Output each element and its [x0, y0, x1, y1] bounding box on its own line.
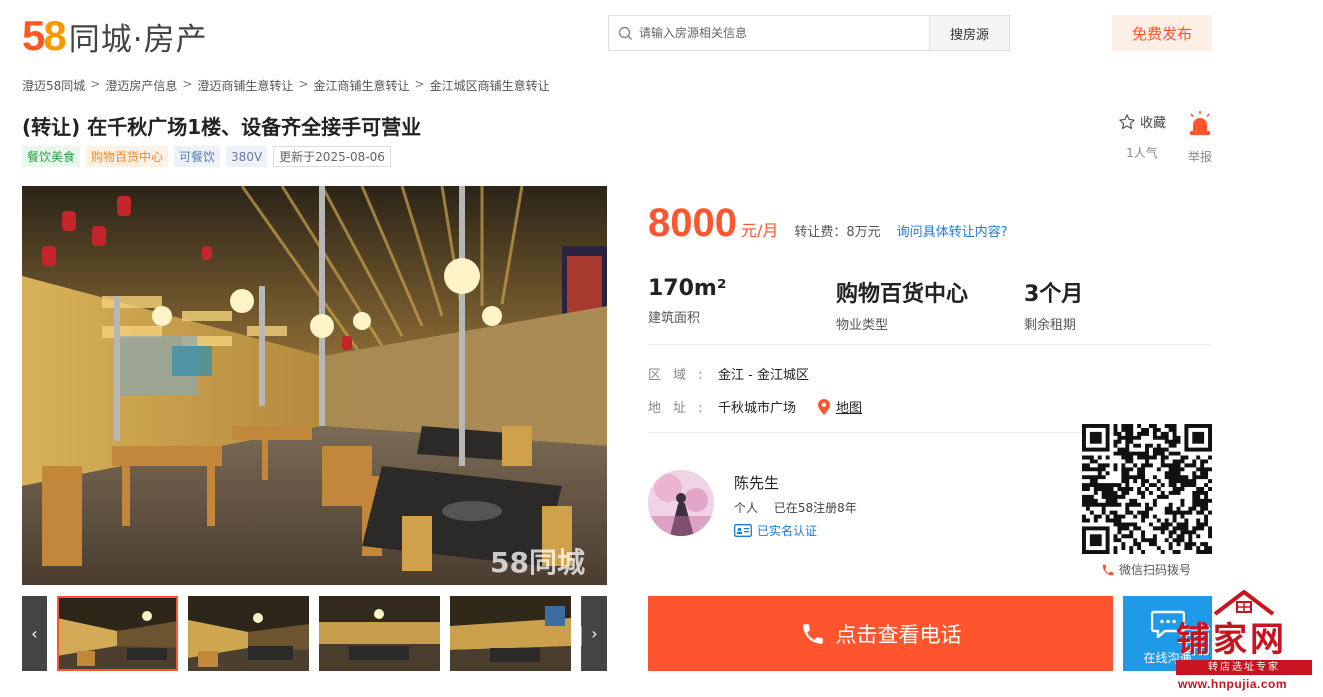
breadcrumb-item[interactable]: 澄迈58同城 [22, 77, 85, 94]
stat-value: 170m² [648, 276, 727, 301]
stat-property-type: 购物百货中心 物业类型 [836, 276, 1024, 333]
report-button[interactable]: 举报 [1184, 110, 1216, 165]
photo-watermark: 58同城 [490, 546, 585, 579]
divider [648, 344, 1212, 345]
breadcrumb-item[interactable]: 金江城区商铺生意转让 [430, 77, 550, 94]
stat-value: 购物百货中心 [836, 282, 969, 307]
alarm-icon [1190, 111, 1210, 135]
thumbnail[interactable] [319, 596, 440, 671]
pujia-slogan: 转店选址专家 [1176, 660, 1312, 675]
rent-unit: 元/月 [740, 221, 779, 240]
phone-icon [802, 623, 823, 644]
search-button[interactable]: 搜房源 [929, 16, 1009, 50]
logo-digit-5: 5 [22, 12, 45, 59]
thumbnail-strip: ‹ › [22, 596, 607, 671]
main-photo[interactable]: 58同城 [22, 186, 607, 585]
logo-digit-8: 8 [43, 12, 66, 59]
tag-power: 380V [226, 146, 268, 167]
site-logo[interactable]: 58 同城·房产 [22, 14, 208, 58]
tag-food: 餐饮美食 [22, 146, 81, 167]
listing-title: (转让) 在千秋广场1楼、设备齐全接手可营业 [22, 115, 422, 139]
breadcrumb-item[interactable]: 金江商铺生意转让 [314, 77, 410, 94]
search-input[interactable] [639, 26, 919, 40]
thumbnail[interactable] [450, 596, 571, 671]
report-label: 举报 [1187, 150, 1212, 164]
search-icon [618, 26, 632, 40]
popularity-count: 1人气 [1126, 146, 1158, 160]
chevron-right-icon: › [591, 624, 598, 643]
key-stats: 170m² 建筑面积 购物百货中心 物业类型 3个月 剩余租期 [648, 276, 1212, 333]
address-row: 地址: 千秋城市广场 地图 [648, 397, 862, 416]
tag-catering: 可餐饮 [174, 146, 221, 167]
transfer-fee: 转让费：8万元 [794, 225, 881, 240]
rent-amount: 8000 [648, 201, 737, 245]
listing-page: 58 同城·房产 搜房源 免费发布 澄迈58同城 > 澄迈房产信息 > 澄迈商铺… [0, 0, 1323, 697]
map-link[interactable]: 地图 [836, 397, 862, 416]
breadcrumb: 澄迈58同城 > 澄迈房产信息 > 澄迈商铺生意转让 > 金江商铺生意转让 > … [22, 77, 550, 94]
breadcrumb-item[interactable]: 澄迈房产信息 [105, 77, 177, 94]
thumbnail-prev-button[interactable]: ‹ [22, 596, 47, 671]
qr-caption: 微信扫码拨号 [1101, 561, 1191, 578]
chevron-left-icon: ‹ [31, 624, 38, 643]
star-icon [1119, 113, 1135, 129]
search-bar: 搜房源 [608, 15, 1010, 51]
thumbnail-next-button[interactable]: › [582, 596, 607, 671]
agent-verified: 已实名认证 [734, 522, 817, 539]
stat-label: 剩余租期 [1024, 318, 1077, 333]
favorite-label: 收藏 [1139, 116, 1166, 131]
view-phone-button[interactable]: 点击查看电话 [648, 596, 1113, 671]
avatar[interactable] [648, 470, 714, 536]
verified-label: 已实名认证 [757, 524, 818, 538]
breadcrumb-separator: > [298, 77, 309, 91]
agent-name: 陈先生 [734, 474, 780, 492]
tag-mall: 购物百货中心 [86, 146, 169, 167]
favorite-button[interactable]: 收藏 1人气 [1114, 112, 1170, 161]
area-row: 区域: 金江 - 金江城区 [648, 364, 809, 383]
agent-type: 个人 [734, 501, 759, 515]
pujia-name: 铺家网 [1176, 620, 1287, 660]
phone-icon [1102, 564, 1114, 575]
address-key: 地址: [648, 401, 715, 416]
agent-meta: 个人 已在58注册8年 [734, 499, 857, 516]
pujia-watermark: 铺家网 转店选址专家 www.hnpujia.com [1170, 588, 1318, 693]
restaurant-photo [22, 186, 607, 585]
address-value: 千秋城市广场 [718, 401, 797, 416]
tag-list: 餐饮美食 购物百货中心 可餐饮 380V 更新于2025-08-06 [22, 146, 391, 167]
price-row: 8000 元/月 转让费：8万元 询问具体转让内容? [648, 201, 1008, 246]
agent-registered: 已在58注册8年 [773, 501, 857, 515]
stat-label: 建筑面积 [648, 311, 701, 326]
area-key: 区域: [648, 368, 715, 383]
breadcrumb-separator: > [182, 77, 193, 91]
search-field [609, 16, 929, 50]
map-pin-icon [818, 398, 831, 415]
stat-value: 3个月 [1024, 282, 1084, 307]
area-value: 金江 - 金江城区 [718, 368, 809, 383]
wechat-qr-code [1082, 424, 1212, 554]
breadcrumb-separator: > [414, 77, 425, 91]
thumbnail[interactable] [57, 596, 178, 671]
stat-area: 170m² 建筑面积 [648, 276, 836, 333]
publish-button[interactable]: 免费发布 [1112, 15, 1212, 51]
ask-transfer-link[interactable]: 询问具体转让内容? [897, 221, 1008, 240]
update-date: 更新于2025-08-06 [273, 146, 391, 167]
breadcrumb-separator: > [90, 77, 101, 91]
id-card-icon [734, 524, 752, 537]
stat-label: 物业类型 [836, 318, 889, 333]
stat-lease-remaining: 3个月 剩余租期 [1024, 276, 1212, 333]
logo-text: 同城·房产 [68, 21, 208, 58]
view-phone-label: 点击查看电话 [835, 622, 962, 647]
thumbnail[interactable] [188, 596, 309, 671]
breadcrumb-item[interactable]: 澄迈商铺生意转让 [197, 77, 293, 94]
qr-caption-text: 微信扫码拨号 [1119, 563, 1192, 577]
pujia-url: www.hnpujia.com [1178, 677, 1288, 691]
